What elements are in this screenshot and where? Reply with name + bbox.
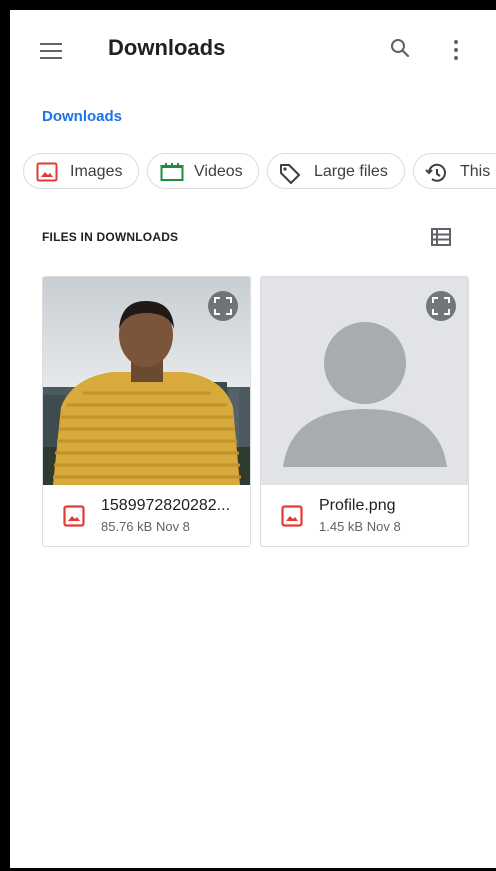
image-file-icon — [63, 505, 85, 527]
hamburger-menu-icon[interactable] — [40, 38, 68, 62]
section-title: FILES IN DOWNLOADS — [42, 230, 179, 244]
video-clapper-icon — [160, 163, 184, 181]
chip-large-files-label: Large files — [314, 163, 388, 180]
avatar-placeholder-thumbnail — [261, 277, 468, 485]
file-size: 85.76 kB — [101, 519, 153, 534]
tag-icon — [280, 164, 300, 184]
expand-preview-icon[interactable] — [426, 291, 456, 321]
file-info: 1.45 kB Nov 8 — [319, 519, 401, 534]
more-vert-icon[interactable] — [446, 36, 466, 64]
file-meta: Profile.png 1.45 kB Nov 8 — [261, 485, 468, 546]
file-info: 85.76 kB Nov 8 — [101, 519, 190, 534]
expand-preview-icon[interactable] — [208, 291, 238, 321]
chip-this-week-label: This — [460, 163, 491, 180]
image-icon — [36, 162, 58, 182]
app-bar: Downloads — [10, 10, 496, 90]
list-view-icon[interactable] — [430, 227, 452, 249]
chip-images-label: Images — [70, 163, 123, 180]
file-date: Nov 8 — [366, 519, 401, 534]
chip-this-week[interactable]: This — [413, 153, 496, 189]
chip-large-files[interactable]: Large files — [267, 153, 405, 189]
page-title: Downloads — [108, 35, 226, 60]
image-file-icon — [281, 505, 303, 527]
search-icon[interactable] — [388, 36, 416, 64]
files-app-screen: Downloads Downloads Images Videos Large … — [10, 10, 496, 868]
file-card[interactable]: Profile.png 1.45 kB Nov 8 — [260, 276, 469, 547]
chip-images[interactable]: Images — [23, 153, 139, 189]
file-size: 1.45 kB — [319, 519, 364, 534]
history-icon — [425, 163, 446, 182]
file-name: 1589972820282... — [101, 497, 231, 514]
file-date: Nov 8 — [155, 519, 190, 534]
file-meta: 1589972820282... 85.76 kB Nov 8 — [43, 485, 250, 546]
breadcrumb[interactable]: Downloads — [42, 108, 122, 125]
photo-thumbnail — [43, 277, 250, 485]
file-name: Profile.png — [319, 497, 396, 514]
chip-videos-label: Videos — [194, 163, 243, 180]
file-card[interactable]: 1589972820282... 85.76 kB Nov 8 — [42, 276, 251, 547]
chip-videos[interactable]: Videos — [147, 153, 259, 189]
